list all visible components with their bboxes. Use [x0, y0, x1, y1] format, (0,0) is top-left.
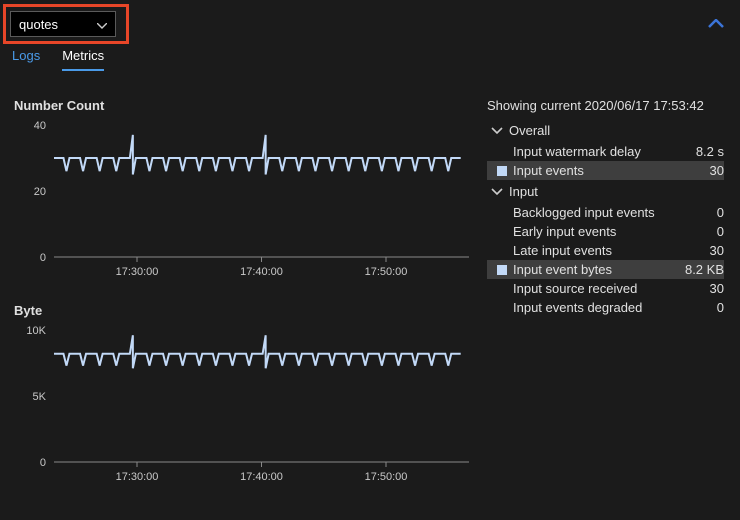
input-selector-dropdown[interactable]: quotes	[10, 11, 116, 37]
tab-metrics[interactable]: Metrics	[62, 48, 104, 71]
color-swatch	[497, 208, 507, 218]
metric-label: Late input events	[513, 243, 672, 258]
svg-text:17:40:00: 17:40:00	[240, 266, 283, 278]
color-swatch	[497, 166, 507, 176]
charts-column: Number Count 0 20 40 17:30:00 17:40:00 17:50:…	[14, 98, 477, 508]
metric-value: 0	[678, 205, 724, 220]
tab-strip: Logs Metrics	[0, 48, 740, 77]
svg-text:0: 0	[40, 457, 46, 469]
svg-text:17:50:00: 17:50:00	[365, 471, 408, 483]
metric-value: 8.2 KB	[678, 262, 724, 277]
chart-title: Byte	[14, 303, 477, 318]
svg-text:40: 40	[34, 120, 46, 132]
color-swatch	[497, 147, 507, 157]
metric-value: 0	[678, 300, 724, 315]
group-input-header[interactable]: Input	[491, 184, 724, 199]
metric-label: Early input events	[513, 224, 672, 239]
chart-svg-byte: 0 5K 10K 17:30:00 17:40:00 17:50:00	[14, 324, 477, 490]
chart-svg-number-count: 0 20 40 17:30:00 17:40:00 17:50:00	[14, 119, 477, 285]
metric-value: 30	[678, 163, 724, 178]
svg-text:10K: 10K	[26, 325, 46, 337]
svg-text:0: 0	[40, 252, 46, 264]
metric-value: 0	[678, 224, 724, 239]
chevron-down-icon	[491, 184, 503, 199]
metric-row-backlogged[interactable]: Backlogged input events 0	[487, 203, 724, 222]
svg-text:20: 20	[34, 186, 46, 198]
group-overall-header[interactable]: Overall	[491, 123, 724, 138]
metric-value: 30	[678, 243, 724, 258]
color-swatch	[497, 246, 507, 256]
metric-label: Backlogged input events	[513, 205, 672, 220]
metric-row-late-input[interactable]: Late input events 30	[487, 241, 724, 260]
metrics-panel: Showing current 2020/06/17 17:53:42 Over…	[487, 98, 730, 508]
color-swatch	[497, 227, 507, 237]
chevron-down-icon	[97, 17, 107, 32]
metric-row-watermark-delay[interactable]: Input watermark delay 8.2 s	[487, 142, 724, 161]
svg-text:17:50:00: 17:50:00	[365, 266, 408, 278]
metric-label: Input event bytes	[513, 262, 672, 277]
metric-value: 8.2 s	[678, 144, 724, 159]
chevron-down-icon	[491, 123, 503, 138]
chart-title: Number Count	[14, 98, 477, 113]
collapse-panel-icon[interactable]	[708, 17, 730, 32]
metric-row-degraded[interactable]: Input events degraded 0	[487, 298, 724, 317]
svg-text:17:30:00: 17:30:00	[116, 266, 159, 278]
metric-label: Input events	[513, 163, 672, 178]
group-label: Input	[509, 184, 538, 199]
color-swatch	[497, 284, 507, 294]
color-swatch	[497, 265, 507, 275]
dropdown-value: quotes	[19, 17, 58, 32]
tab-logs[interactable]: Logs	[12, 48, 40, 71]
chart-byte: Byte 0 5K 10K 17:30:00 17:40:00 17:50:00	[14, 303, 477, 490]
group-label: Overall	[509, 123, 550, 138]
svg-text:17:30:00: 17:30:00	[116, 471, 159, 483]
svg-text:5K: 5K	[33, 391, 47, 403]
metrics-timestamp: Showing current 2020/06/17 17:53:42	[487, 98, 724, 113]
metric-value: 30	[678, 281, 724, 296]
metric-row-early-input[interactable]: Early input events 0	[487, 222, 724, 241]
chart-number-count: Number Count 0 20 40 17:30:00 17:40:00 17:50:…	[14, 98, 477, 285]
metric-row-source-received[interactable]: Input source received 30	[487, 279, 724, 298]
metric-row-input-event-bytes[interactable]: Input event bytes 8.2 KB	[487, 260, 724, 279]
metric-row-input-events[interactable]: Input events 30	[487, 161, 724, 180]
svg-text:17:40:00: 17:40:00	[240, 471, 283, 483]
metric-label: Input events degraded	[513, 300, 672, 315]
metric-label: Input watermark delay	[513, 144, 672, 159]
color-swatch	[497, 303, 507, 313]
metric-label: Input source received	[513, 281, 672, 296]
